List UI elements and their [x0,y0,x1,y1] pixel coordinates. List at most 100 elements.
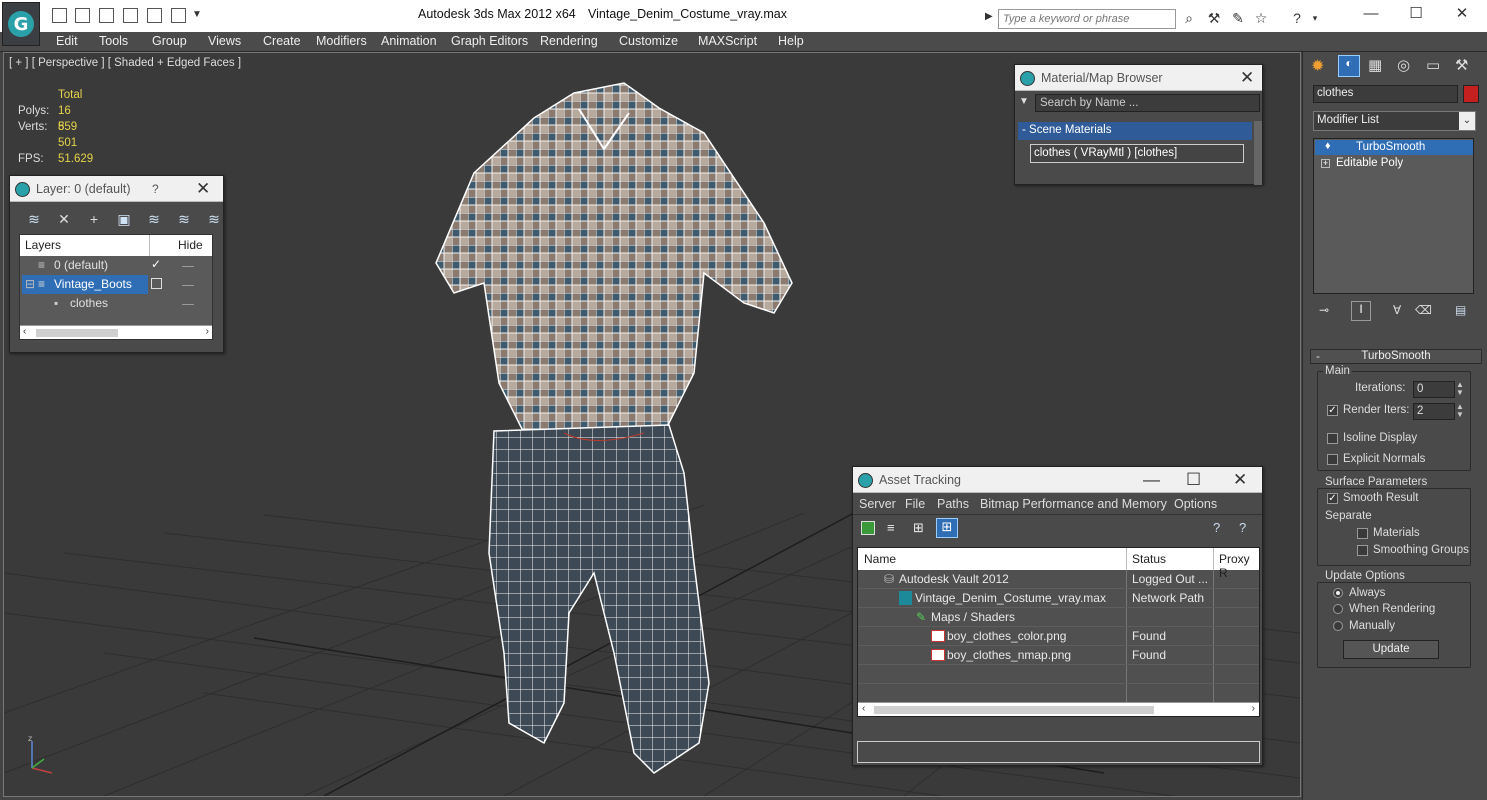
menu-edit[interactable]: Edit [56,34,78,48]
layer-row[interactable]: ≡ 0 (default) ✓ [20,256,212,275]
col-name-header[interactable]: Name [864,552,896,566]
open-file-icon[interactable] [52,8,67,23]
scroll-left-icon[interactable]: ‹ [862,703,865,714]
configure-sets-icon[interactable]: ▤ [1455,303,1466,317]
scroll-right-icon[interactable]: › [206,326,209,337]
create-layer-icon[interactable]: ≋ [24,209,44,229]
highlight-layer-icon[interactable]: ≋ [144,209,164,229]
menu-create[interactable]: Create [263,34,301,48]
refresh-icon[interactable] [861,521,875,535]
menu-group[interactable]: Group [152,34,187,48]
update-button[interactable]: Update [1343,640,1439,659]
menu-maxscript[interactable]: MAXScript [698,34,757,48]
horizontal-scrollbar[interactable]: ‹ › [858,702,1259,716]
iterations-spinner-arrows[interactable]: ▲ ▼ [1456,381,1464,397]
table-row[interactable]: boy_clothes_nmap.png Found [858,646,1259,665]
quick-access-dropdown-icon[interactable]: ▼ [192,9,202,20]
iterations-spinner[interactable]: 0 [1413,381,1455,398]
asset-menu-options[interactable]: Options [1174,497,1217,511]
when-rendering-radio[interactable] [1333,604,1343,614]
menu-customize[interactable]: Customize [619,34,678,48]
col-hide-header[interactable]: Hide [178,238,203,252]
help-icon[interactable]: ? [1288,9,1306,27]
viewport-label-menu[interactable]: [ + ] [ Perspective ] [ Shaded + Edged F… [9,57,241,69]
menu-modifiers[interactable]: Modifiers [316,34,367,48]
help-dropdown-icon[interactable]: ▾ [1306,9,1324,27]
asset-minimize-button[interactable]: — [1143,470,1160,490]
scroll-right-icon[interactable]: › [1252,703,1255,714]
search-input[interactable]: Type a keyword or phrase [998,9,1176,29]
modify-tab-icon[interactable]: ◐ [1338,55,1360,77]
new-file-icon[interactable] [99,8,114,23]
material-browser-titlebar[interactable]: Material/Map Browser ✕ [1015,65,1262,91]
render-iters-spinner-arrows[interactable]: ▲ ▼ [1456,403,1464,419]
active-layer-check-icon[interactable]: ✓ [151,257,161,271]
options-dropdown-icon[interactable]: ▼ [1019,96,1029,107]
freeze-all-layers-icon[interactable]: ≋ [204,209,224,229]
favorites-star-icon[interactable]: ☆ [1252,9,1270,27]
remove-modifier-icon[interactable]: ⌫ [1415,303,1432,317]
object-name-field[interactable]: clothes [1313,85,1458,103]
lightbulb-icon[interactable]: ♦ [1325,140,1331,152]
layer-row[interactable]: ▪ clothes [20,294,212,313]
scene-materials-group[interactable]: - Scene Materials [1018,122,1252,140]
scrollbar-thumb[interactable] [874,706,1154,714]
material-search-input[interactable]: Search by Name ... [1035,94,1260,112]
asset-menu-paths[interactable]: Paths [937,497,969,511]
vault-help-icon[interactable]: ? [1239,520,1246,535]
binoculars-icon[interactable]: ⌕ [1180,9,1198,27]
menu-views[interactable]: Views [208,34,241,48]
create-tab-icon[interactable]: ✹ [1311,56,1324,76]
menu-graph-editors[interactable]: Graph Editors [451,34,528,48]
always-radio[interactable] [1333,588,1343,598]
asset-path-field[interactable] [857,741,1260,763]
asset-menu-file[interactable]: File [905,497,925,511]
col-layers-header[interactable]: Layers [25,238,61,252]
vertical-scrollbar[interactable] [1254,121,1262,185]
delete-layer-icon[interactable]: ✕ [54,209,74,229]
explicit-normals-checkbox[interactable] [1327,454,1338,465]
table-row[interactable]: Vintage_Denim_Costume_vray.max Network P… [858,589,1259,608]
collapse-icon[interactable]: ⊟ [25,277,35,291]
smoothing-groups-checkbox[interactable] [1357,545,1368,556]
stack-item-editable-poly[interactable]: + Editable Poly [1315,156,1473,171]
turbosmooth-rollout-header[interactable]: - TurboSmooth [1310,349,1482,364]
asset-close-button[interactable]: ✕ [1233,470,1247,490]
app-logo-button[interactable]: G [2,2,40,46]
current-layer-box[interactable] [151,278,162,289]
minimize-button[interactable]: — [1356,4,1386,26]
scroll-left-icon[interactable]: ‹ [23,326,26,337]
subscription-icon[interactable]: ✎ [1229,9,1247,27]
select-objects-icon[interactable]: ▣ [114,209,134,229]
hide-toggle[interactable] [182,304,194,305]
search-expand-icon[interactable]: ▶ [985,11,993,22]
table-view-icon[interactable]: ⊞ [936,518,958,538]
list-view-icon[interactable]: ≡ [887,520,895,535]
render-iters-spinner[interactable]: 2 [1413,403,1455,420]
display-tab-icon[interactable]: ▭ [1426,56,1440,74]
project-folder-icon[interactable] [123,8,138,23]
motion-tab-icon[interactable]: ◎ [1397,56,1410,74]
expand-icon[interactable]: + [1321,159,1330,168]
stack-item-turbosmooth[interactable]: ♦ TurboSmooth [1315,140,1473,155]
close-button[interactable]: ✕ [1447,4,1477,26]
make-unique-icon[interactable]: ∀ [1393,303,1401,317]
layer-help-button[interactable]: ? [152,182,159,196]
menu-rendering[interactable]: Rendering [540,34,598,48]
layer-row[interactable]: ⊟ ≡ Vintage_Boots [20,275,212,294]
dropdown-arrow-icon[interactable]: ⌄ [1459,112,1475,130]
hide-all-layers-icon[interactable]: ≋ [174,209,194,229]
show-end-result-icon[interactable]: I [1351,301,1371,321]
col-status-header[interactable]: Status [1132,552,1166,566]
asset-tracking-titlebar[interactable]: Asset Tracking — ☐ ✕ [853,467,1262,493]
pin-stack-icon[interactable]: ⊸ [1319,303,1329,317]
smooth-result-checkbox[interactable]: ✓ [1327,493,1338,504]
maximize-button[interactable]: ☐ [1401,4,1431,26]
horizontal-scrollbar[interactable]: ‹ › [20,325,212,339]
menu-help[interactable]: Help [778,34,804,48]
undo-icon[interactable] [147,8,162,23]
render-iters-checkbox[interactable]: ✓ [1327,405,1338,416]
hide-toggle[interactable] [182,285,194,286]
asset-maximize-button[interactable]: ☐ [1186,470,1201,490]
asset-menu-server[interactable]: Server [859,497,896,511]
